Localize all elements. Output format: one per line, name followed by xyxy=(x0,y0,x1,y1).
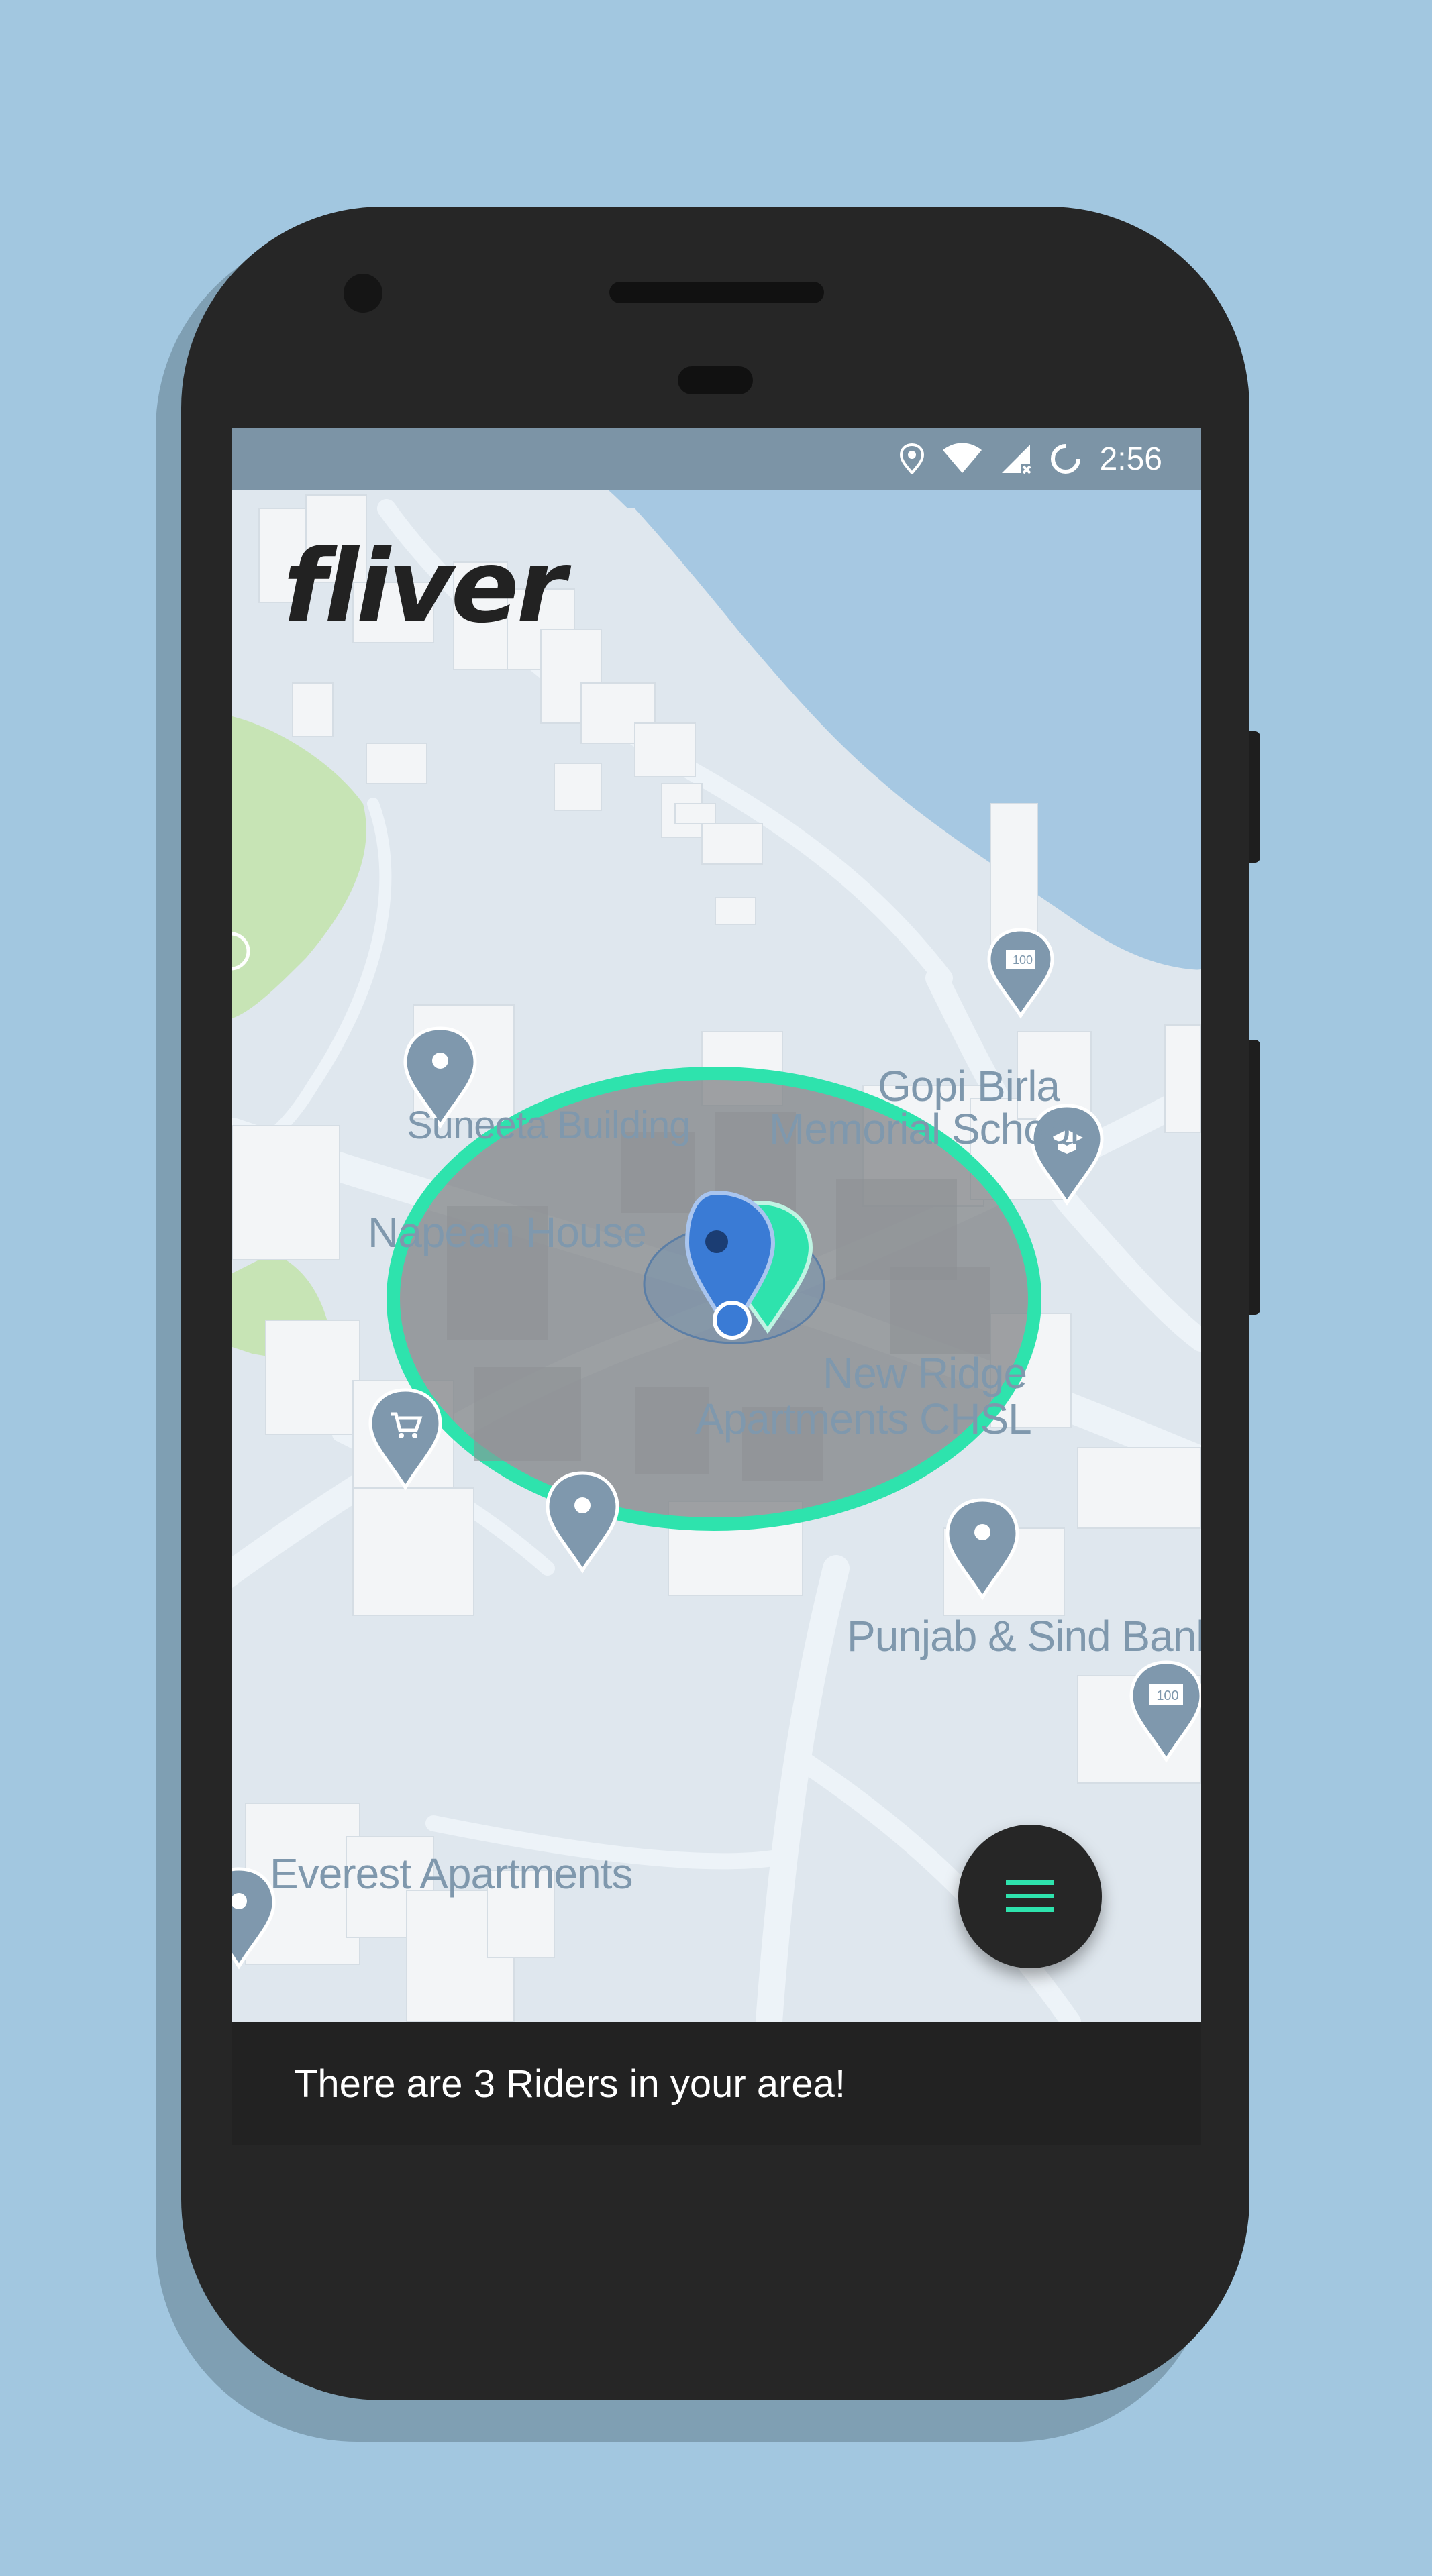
proximity-sensor xyxy=(678,366,753,394)
status-bar: 2:56 xyxy=(232,428,1201,490)
menu-icon xyxy=(1006,1880,1054,1912)
map-label-everest: Everest Apartments xyxy=(270,1849,633,1898)
front-camera xyxy=(344,274,382,313)
svg-text:100: 100 xyxy=(1156,1688,1178,1703)
volume-button xyxy=(1249,731,1260,863)
map-label-suneeta: Suneeta Building xyxy=(407,1104,691,1147)
location-icon xyxy=(899,443,924,474)
power-button xyxy=(1249,1040,1260,1315)
map-label-gopi-birla: Gopi Birla xyxy=(878,1062,1060,1110)
map-label-new-ridge-apartments: Apartments CHSL xyxy=(695,1395,1032,1443)
sync-icon xyxy=(1050,444,1080,474)
riders-banner: There are 3 Riders in your area! xyxy=(232,2022,1201,2145)
map-label-gopi-birla-school: Memorial School xyxy=(769,1105,1080,1153)
app-logo: fliver xyxy=(283,529,566,645)
wifi-icon xyxy=(942,443,982,473)
riders-banner-text: There are 3 Riders in your area! xyxy=(294,2061,846,2106)
map-label-napean: Napean House xyxy=(368,1208,647,1256)
map-label-new-ridge: New Ridge xyxy=(823,1349,1027,1397)
menu-button[interactable] xyxy=(958,1825,1102,1968)
svg-text:100: 100 xyxy=(1013,953,1033,967)
map-label-punjab-sind-bank: Punjab & Sind Bank xyxy=(847,1612,1201,1660)
cell-signal-icon xyxy=(1001,445,1031,474)
earpiece-speaker xyxy=(609,282,824,303)
phone-frame: 100 100 2:56 fliver Gopi Birla Memorial … xyxy=(181,207,1260,2400)
app-screen: 100 100 2:56 fliver Gopi Birla Memorial … xyxy=(232,428,1201,2022)
status-time: 2:56 xyxy=(1099,441,1162,477)
